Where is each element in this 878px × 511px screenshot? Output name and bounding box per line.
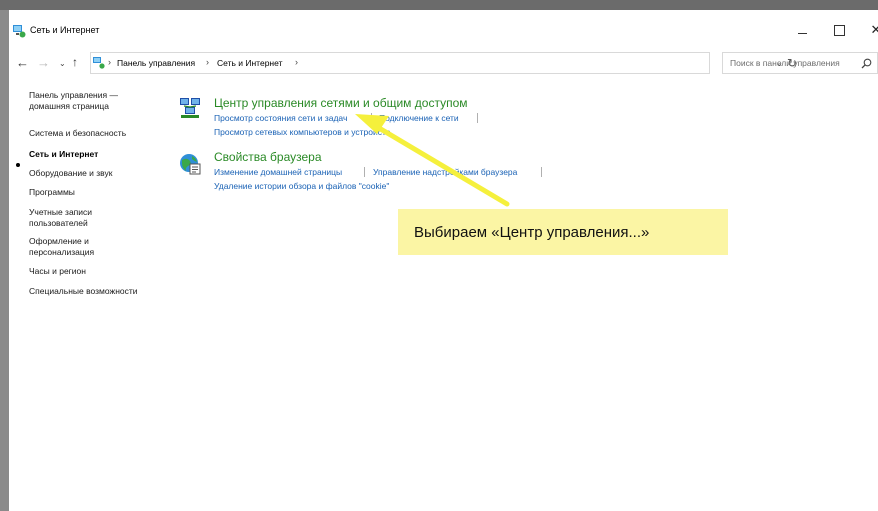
browser-properties-title[interactable]: Свойства браузера — [214, 150, 322, 164]
title-bar[interactable]: Сеть и Интернет ✕ — [9, 10, 878, 41]
annotation-callout: Выбираем «Центр управления...» — [398, 209, 728, 255]
sidebar-item-label: Система и безопасность — [29, 128, 127, 138]
change-homepage-link[interactable]: Изменение домашней страницы — [214, 167, 342, 177]
sidebar-item-network-internet[interactable]: Сеть и Интернет — [29, 149, 98, 160]
sidebar-item-label: Панель управления — — [29, 90, 118, 100]
breadcrumb-separator[interactable]: › — [295, 57, 298, 67]
window-title: Сеть и Интернет — [30, 25, 100, 35]
link-separator — [541, 167, 542, 177]
sidebar-item-label: пользователей — [29, 218, 88, 228]
recent-locations-chevron-icon[interactable]: ⌄ — [59, 59, 66, 68]
close-button[interactable]: ✕ — [861, 20, 878, 40]
close-icon: ✕ — [870, 22, 878, 37]
view-network-computers-link[interactable]: Просмотр сетевых компьютеров и устройств — [214, 127, 390, 137]
navigation-bar: ← → ⌄ ↑ › Панель управления › Сеть и Инт… — [9, 52, 878, 74]
sidebar-item-user-accounts[interactable]: Учетные записи пользователей — [29, 207, 92, 229]
sidebar-item-label: Оборудование и звук — [29, 168, 113, 178]
minimize-button[interactable] — [787, 20, 817, 40]
network-app-icon — [13, 25, 26, 38]
manage-addons-link[interactable]: Управление надстройками браузера — [373, 167, 517, 177]
sidebar-item-hardware-sound[interactable]: Оборудование и звук — [29, 168, 112, 179]
browser-properties-icon[interactable] — [178, 152, 202, 176]
network-center-title[interactable]: Центр управления сетями и общим доступом — [214, 96, 468, 110]
search-input[interactable]: Поиск в панели управления — [722, 52, 878, 74]
connect-to-network-link[interactable]: Подключение к сети — [379, 113, 459, 123]
sidebar-item-appearance[interactable]: Оформление и персонализация — [29, 236, 94, 258]
link-separator — [371, 113, 372, 123]
control-panel-window: Сеть и Интернет ✕ ← → ⌄ ↑ › Панель управ… — [9, 10, 878, 511]
view-network-status-link[interactable]: Просмотр состояния сети и задач — [214, 113, 347, 123]
sidebar-item-control-panel-home[interactable]: Панель управления — домашняя страница — [29, 90, 118, 112]
annotation-text: Выбираем «Центр управления...» — [414, 223, 650, 241]
sidebar-item-programs[interactable]: Программы — [29, 187, 75, 198]
sidebar-item-label: Сеть и Интернет — [29, 149, 99, 159]
sidebar-item-system-security[interactable]: Система и безопасность — [29, 128, 126, 139]
sidebar-item-label: Программы — [29, 187, 75, 197]
breadcrumb-network-internet[interactable]: Сеть и Интернет — [217, 58, 282, 68]
active-bullet-icon — [16, 163, 20, 167]
maximize-button[interactable] — [824, 20, 854, 40]
annotation-arrow-icon — [355, 114, 510, 207]
breadcrumb-control-panel[interactable]: Панель управления — [117, 58, 195, 68]
breadcrumb-separator[interactable]: › — [206, 57, 209, 67]
sidebar-item-clock-region[interactable]: Часы и регион — [29, 266, 86, 277]
search-icon[interactable] — [861, 58, 872, 69]
sidebar-item-label: Учетные записи — [29, 207, 93, 217]
sidebar-item-label: Специальные возможности — [29, 286, 138, 296]
up-arrow-icon[interactable]: ↑ — [72, 55, 78, 69]
link-separator — [477, 113, 478, 123]
forward-arrow-icon[interactable]: → — [37, 55, 50, 70]
sidebar-item-accessibility[interactable]: Специальные возможности — [29, 286, 138, 297]
sidebar-item-label: домашняя страница — [29, 101, 109, 111]
search-placeholder: Поиск в панели управления — [730, 58, 840, 68]
sidebar-item-label: персонализация — [29, 247, 95, 257]
back-arrow-icon[interactable]: ← — [16, 55, 29, 70]
address-bar[interactable]: › Панель управления › Сеть и Интернет › … — [90, 52, 797, 74]
control-panel-icon — [93, 57, 105, 69]
breadcrumb-separator: › — [108, 57, 111, 67]
link-separator — [364, 167, 365, 177]
sidebar-item-label: Оформление и — [29, 236, 89, 246]
desktop-frame-left — [0, 10, 9, 511]
sidebar-item-label: Часы и регион — [29, 266, 86, 276]
network-center-icon[interactable] — [178, 96, 202, 120]
desktop-frame-top — [0, 0, 878, 10]
delete-browsing-history-link[interactable]: Удаление истории обзора и файлов "cookie… — [214, 181, 389, 191]
